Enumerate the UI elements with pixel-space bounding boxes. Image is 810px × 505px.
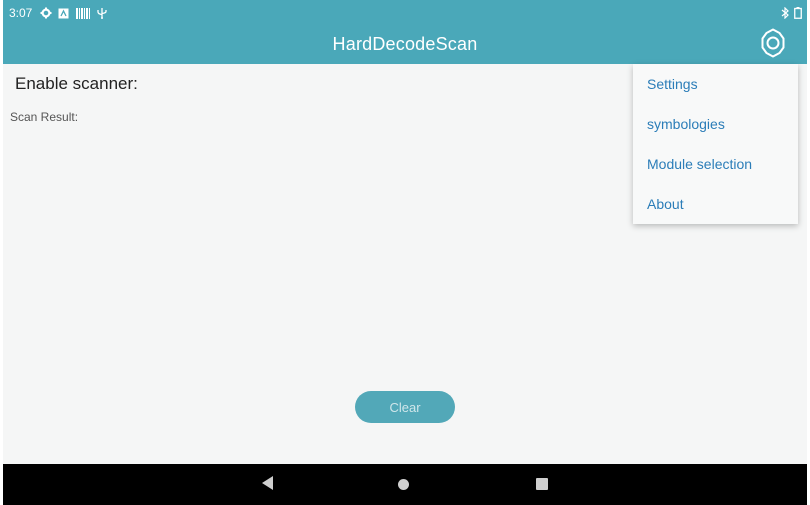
scan-result-label: Scan Result: <box>10 110 79 124</box>
settings-gear-icon <box>40 6 52 24</box>
status-bar: 3:07 <box>3 0 807 28</box>
menu-item-about[interactable]: About <box>633 184 798 224</box>
recents-icon[interactable] <box>536 478 548 490</box>
battery-icon <box>794 6 802 24</box>
navigation-bar <box>3 464 807 505</box>
clear-button[interactable]: Clear <box>355 391 455 423</box>
bluetooth-icon <box>781 6 789 24</box>
app-title: HardDecodeScan <box>332 34 478 54</box>
menu-item-symbologies[interactable]: symbologies <box>633 104 798 144</box>
usb-icon <box>97 6 107 24</box>
barcode-icon <box>76 6 90 24</box>
home-icon[interactable] <box>398 479 409 490</box>
menu-item-module-selection[interactable]: Module selection <box>633 144 798 184</box>
gear-icon[interactable] <box>757 27 789 59</box>
enable-scanner-label: Enable scanner: <box>15 74 138 93</box>
overflow-menu: Settings symbologies Module selection Ab… <box>633 64 798 224</box>
menu-item-settings[interactable]: Settings <box>633 64 798 104</box>
app-bar: HardDecodeScan <box>3 28 807 64</box>
app-box-icon <box>58 6 69 24</box>
status-time: 3:07 <box>9 6 33 20</box>
back-icon[interactable] <box>262 476 274 495</box>
